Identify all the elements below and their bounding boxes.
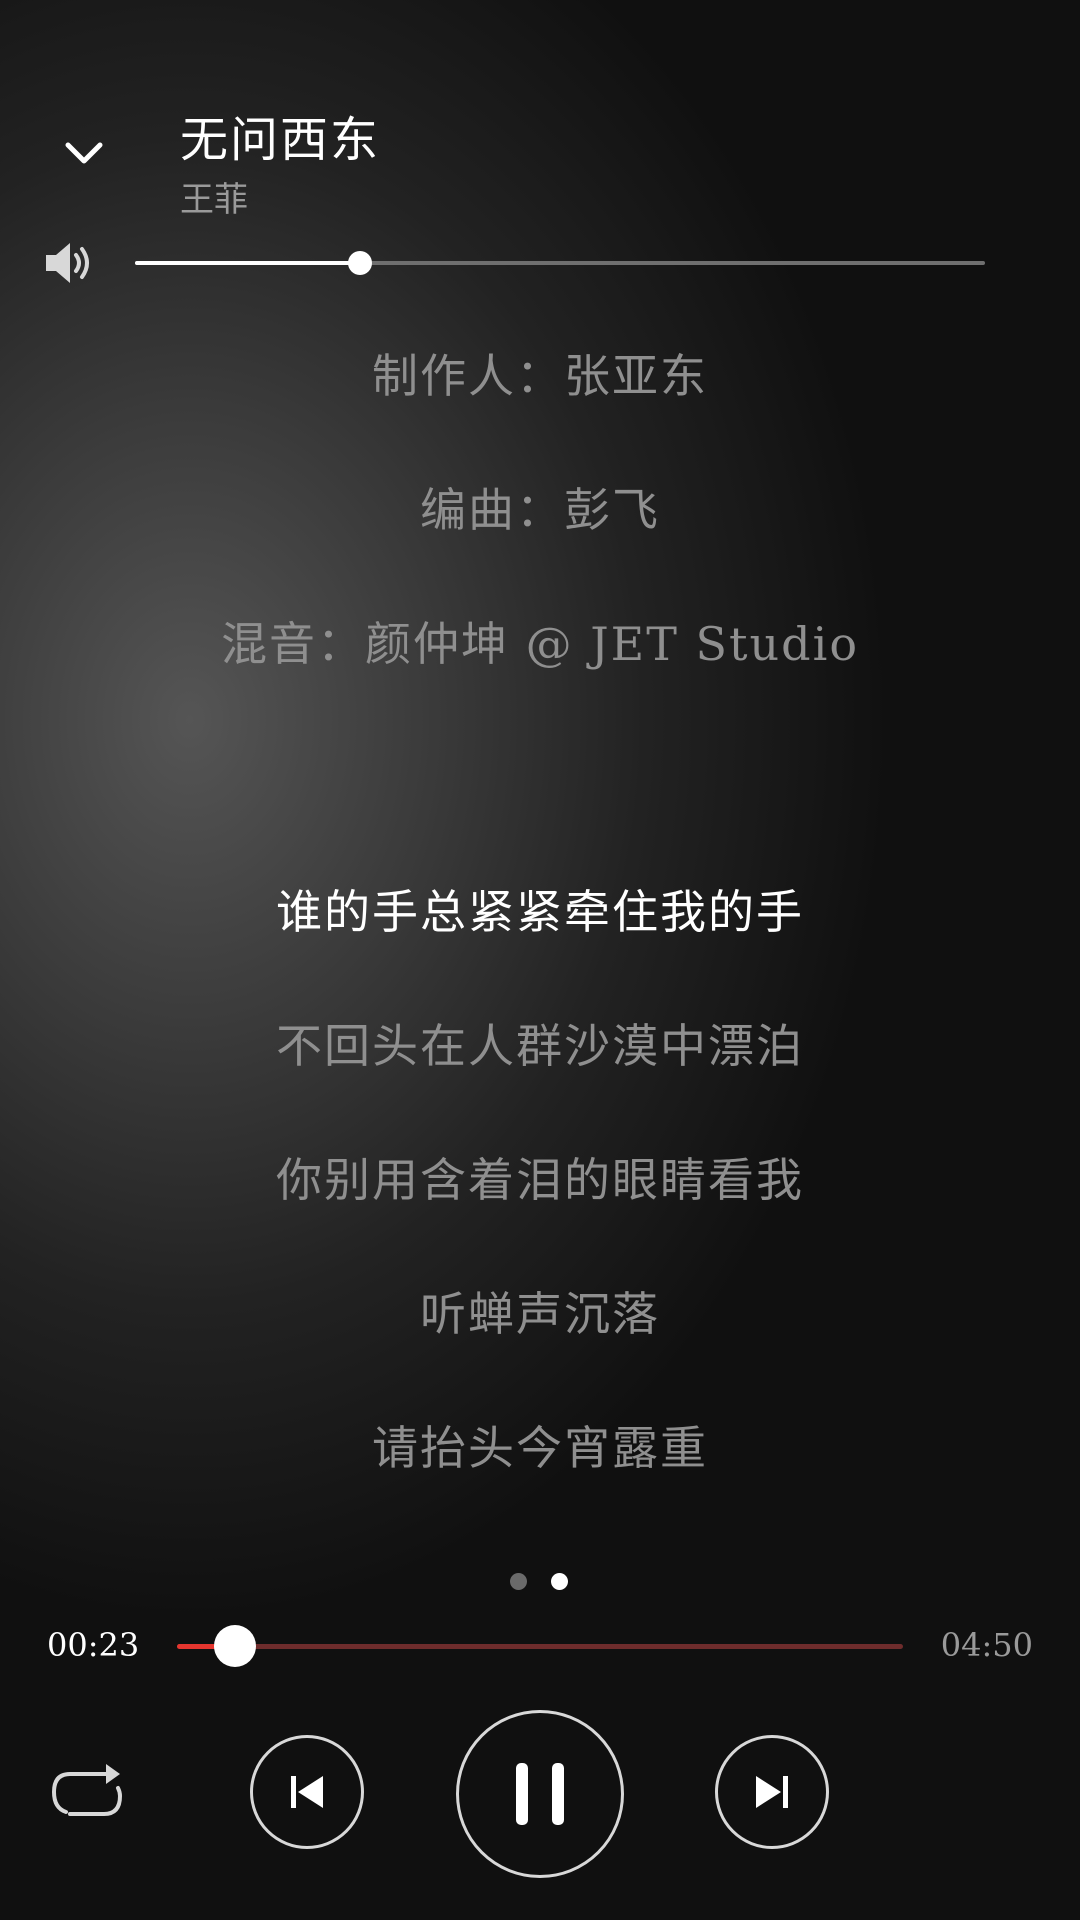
current-time: 00:23 (47, 1626, 140, 1664)
previous-button[interactable] (250, 1735, 364, 1849)
lyric-line: 你别用含着泪的眼睛看我 (276, 1153, 804, 1207)
song-title: 无问西东 (180, 112, 381, 168)
lyric-line: 请抬头今宵露重 (372, 1421, 708, 1475)
page-dot (510, 1573, 527, 1590)
lyric-line: 不回头在人群沙漠中漂泊 (276, 1019, 804, 1073)
chevron-down-icon (65, 142, 103, 164)
pause-icon (516, 1763, 564, 1825)
volume-slider-fill (135, 261, 361, 265)
volume-slider[interactable] (135, 251, 985, 275)
page-indicator (510, 1573, 568, 1590)
repeat-icon (51, 1764, 123, 1816)
speaker-icon[interactable] (44, 240, 94, 286)
lyric-line: 混音：颜仲坤 @ JET Studio (220, 617, 860, 671)
lyric-line-current: 谁的手总紧紧牵住我的手 (276, 885, 804, 939)
playback-progress-knob[interactable] (214, 1625, 257, 1667)
play-pause-button[interactable] (456, 1710, 624, 1878)
skip-next-icon (756, 1776, 788, 1808)
next-button[interactable] (715, 1735, 829, 1849)
page-dot-active (551, 1573, 568, 1590)
collapse-button[interactable] (55, 125, 113, 183)
total-time: 04:50 (940, 1626, 1033, 1664)
lyric-line: 听蝉声沉落 (420, 1287, 660, 1341)
song-artist: 王菲 (180, 180, 248, 220)
repeat-button[interactable] (48, 1760, 128, 1826)
lyric-line: 编曲：彭飞 (420, 483, 660, 537)
skip-previous-icon (291, 1776, 323, 1808)
playback-progress-bar[interactable] (177, 1625, 903, 1667)
volume-slider-knob[interactable] (348, 251, 373, 275)
lyric-line: 制作人：张亚东 (372, 349, 708, 403)
